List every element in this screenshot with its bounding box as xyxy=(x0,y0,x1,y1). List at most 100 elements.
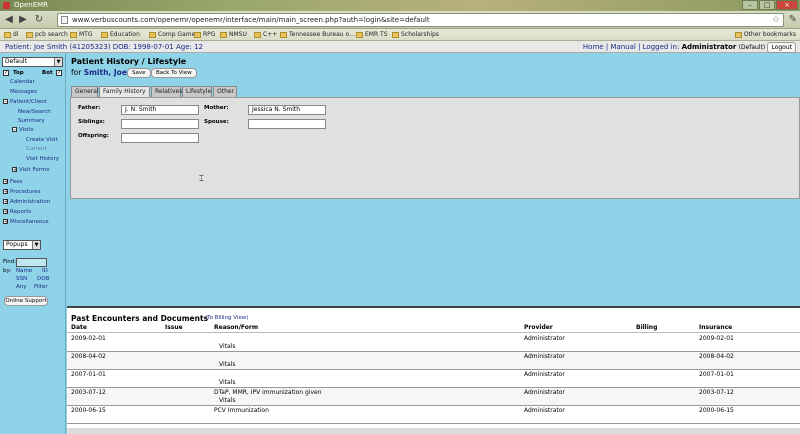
row-form[interactable]: Vitals xyxy=(219,361,235,368)
patient-name-link[interactable]: Smith, Joe xyxy=(84,68,127,77)
by-label: by: xyxy=(3,268,12,274)
bookmark-item[interactable]: C++ xyxy=(254,29,277,41)
table-row[interactable]: 2007-01-01 Vitals Administrator 2007-01-… xyxy=(67,370,800,388)
tab-relatives[interactable]: Relatives xyxy=(151,86,182,97)
other-bookmarks[interactable]: Other bookmarks xyxy=(734,29,796,41)
collapse-icon[interactable]: − xyxy=(12,127,17,133)
tab-general[interactable]: General xyxy=(71,86,99,97)
father-field[interactable]: J. N. Smith xyxy=(121,105,199,115)
expand-icon[interactable]: + xyxy=(12,167,17,173)
url-bar[interactable]: www.verbuscounts.com/openemr/openemr/int… xyxy=(57,13,784,27)
bookmark-item[interactable]: pcb search xyxy=(26,29,68,41)
chevron-down-icon: ▼ xyxy=(32,241,40,249)
billing-view-link[interactable]: (To Billing View) xyxy=(205,315,249,321)
nav-calendar[interactable]: Calendar xyxy=(10,79,35,85)
patient-for: for Smith, Joe xyxy=(71,68,127,77)
back-arrow-icon[interactable]: ◀ xyxy=(3,14,15,26)
siblings-field[interactable] xyxy=(121,119,199,129)
back-to-view-button[interactable]: Back To View xyxy=(151,68,197,78)
wrench-icon[interactable]: ✎ xyxy=(789,14,797,25)
tab-lifestyle[interactable]: Lifestyle xyxy=(182,86,212,97)
manual-link[interactable]: Manual xyxy=(610,43,635,51)
nav-visits[interactable]: Visits xyxy=(19,127,34,133)
browser-titlebar: OpenEMR – □ × xyxy=(0,0,800,11)
expand-icon[interactable]: + xyxy=(3,179,8,185)
bookmark-item[interactable]: Tennessee Bureau o... xyxy=(280,29,355,41)
folder-icon xyxy=(4,32,11,38)
table-row[interactable]: 2009-02-01 Vitals Administrator 2009-02-… xyxy=(67,334,800,352)
nav-miscellaneous[interactable]: Miscellaneous xyxy=(10,219,49,225)
find-input[interactable] xyxy=(16,258,47,267)
bookmark-item[interactable]: EMR TS xyxy=(356,29,388,41)
row-form[interactable]: Vitals xyxy=(219,343,235,350)
row-insurance: 2007-01-01 xyxy=(699,371,734,378)
find-by-ssn[interactable]: SSN xyxy=(16,276,27,282)
minimize-button[interactable]: – xyxy=(742,0,758,10)
home-link[interactable]: Home xyxy=(583,43,604,51)
find-by-dob[interactable]: DOB xyxy=(37,276,49,282)
nav-current[interactable]: Current xyxy=(26,146,47,152)
tab-title[interactable]: OpenEMR xyxy=(14,1,48,9)
find-filter[interactable]: Filter xyxy=(34,284,48,290)
nav-patient-client[interactable]: Patient/Client xyxy=(10,99,47,105)
nav-messages[interactable]: Messages xyxy=(10,89,37,95)
expand-icon[interactable]: + xyxy=(3,219,8,225)
bookmark-item[interactable]: Scholarships xyxy=(392,29,439,41)
top-checkbox[interactable]: ✓ xyxy=(3,70,9,76)
row-form[interactable]: Vitals xyxy=(219,397,235,404)
expand-icon[interactable]: + xyxy=(3,199,8,205)
offspring-field[interactable] xyxy=(121,133,199,143)
bot-checkbox[interactable]: ✓ xyxy=(56,70,62,76)
bookmark-item[interactable]: Comp Game xyxy=(149,29,195,41)
logout-button[interactable]: Logout xyxy=(767,42,796,53)
table-row[interactable]: 2003-07-12 DTaP, MMR, IPV immunization g… xyxy=(67,388,800,406)
nav-procedures[interactable]: Procedures xyxy=(10,189,41,195)
popups-select[interactable]: Popups ▼ xyxy=(3,240,41,250)
forward-arrow-icon[interactable]: ▶ xyxy=(17,14,29,26)
nav-reports[interactable]: Reports xyxy=(10,209,31,215)
nav-create-visit[interactable]: Create Visit xyxy=(26,137,58,143)
table-row[interactable]: 2000-06-15 PCV Immunization Administrato… xyxy=(67,406,800,424)
save-button[interactable]: Save xyxy=(127,68,151,78)
siblings-label: Siblings: xyxy=(78,119,105,125)
bookmark-item[interactable]: MTG xyxy=(70,29,93,41)
row-date: 2008-04-02 xyxy=(71,353,106,360)
mother-field[interactable]: Jessica N. Smith xyxy=(248,105,326,115)
col-date: Date xyxy=(71,324,87,331)
expand-icon[interactable]: + xyxy=(3,209,8,215)
nav-new-search[interactable]: New/Search xyxy=(18,109,51,115)
find-by-any[interactable]: Any xyxy=(16,284,27,290)
folder-icon xyxy=(220,32,227,38)
top-label: Top xyxy=(13,70,24,76)
reload-icon[interactable]: ↻ xyxy=(33,14,45,26)
father-label: Father: xyxy=(78,105,101,111)
row-form[interactable]: Vitals xyxy=(219,379,235,386)
collapse-icon[interactable]: − xyxy=(3,99,8,105)
maximize-button[interactable]: □ xyxy=(759,0,775,10)
table-row[interactable]: 2008-04-02 Vitals Administrator 2008-04-… xyxy=(67,352,800,370)
left-nav: Default ▼ ✓ Top Bot ✓ Calendar Messages … xyxy=(0,54,66,434)
bookmark-item[interactable]: Education xyxy=(101,29,140,41)
nav-visit-forms[interactable]: Visit Forms xyxy=(19,167,49,173)
tab-other[interactable]: Other xyxy=(213,86,237,97)
find-by-name[interactable]: Name xyxy=(16,268,32,274)
encounters-table-header: Date Issue Reason/Form Provider Billing … xyxy=(67,324,800,333)
expand-icon[interactable]: + xyxy=(3,189,8,195)
find-by-id[interactable]: ID xyxy=(42,268,48,274)
bookmark-item[interactable]: NMSU xyxy=(220,29,247,41)
bookmark-item[interactable]: RPG xyxy=(194,29,215,41)
spouse-field[interactable] xyxy=(248,119,326,129)
bookmark-star-icon[interactable]: ☆ xyxy=(772,14,780,26)
online-support-button[interactable]: Online Support xyxy=(4,296,48,306)
row-provider: Administrator xyxy=(524,335,565,342)
view-select[interactable]: Default ▼ xyxy=(2,57,63,67)
nav-administration[interactable]: Administration xyxy=(10,199,50,205)
close-button[interactable]: × xyxy=(776,0,798,10)
horizontal-scrollbar[interactable] xyxy=(67,428,800,434)
bookmark-item[interactable]: dl xyxy=(4,29,18,41)
nav-fees[interactable]: Fees xyxy=(10,179,23,185)
nav-summary[interactable]: Summary xyxy=(18,118,45,124)
nav-visit-history[interactable]: Visit History xyxy=(26,156,59,162)
url-text[interactable]: www.verbuscounts.com/openemr/openemr/int… xyxy=(72,16,430,24)
bookmarks-bar: dl pcb search MTG Education Comp Game RP… xyxy=(0,29,800,41)
